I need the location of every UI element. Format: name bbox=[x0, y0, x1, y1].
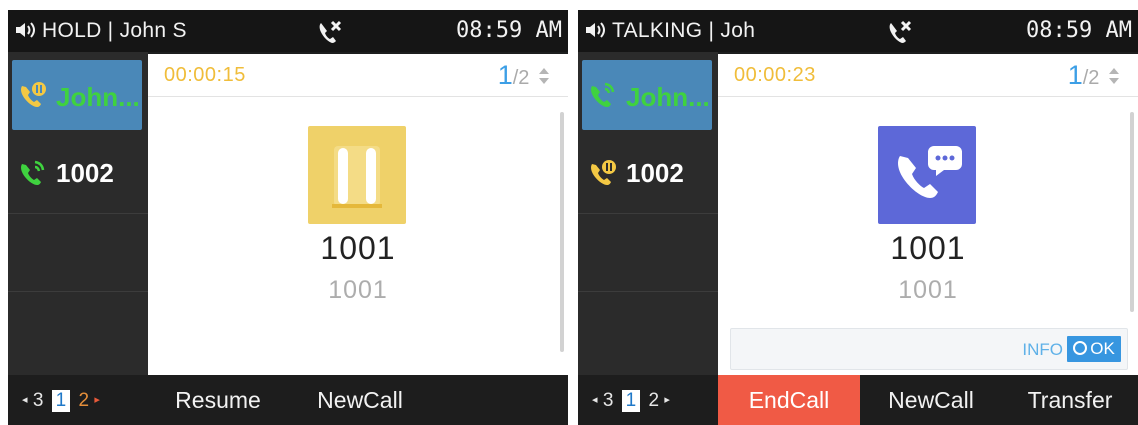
call-timer: 00:00:23 bbox=[734, 64, 816, 86]
call-timer: 00:00:15 bbox=[164, 64, 246, 86]
chevron-right-icon: ▸ bbox=[94, 394, 100, 406]
phone-hold-icon bbox=[21, 82, 46, 107]
phone-hold-icon bbox=[591, 160, 616, 185]
phone-screen-hold: HOLD | John S 08:59 AM John... 1002 00:0… bbox=[8, 10, 568, 425]
call-detail-panel: 00:00:23 1/2 1001 1001 INFO OK bbox=[718, 54, 1138, 376]
line-key-1002[interactable]: 1002 bbox=[8, 136, 148, 214]
contact-number: 1001 bbox=[328, 276, 388, 304]
info-bar: INFO OK bbox=[730, 328, 1128, 370]
call-pager[interactable]: 1/2 bbox=[498, 60, 550, 91]
speaker-icon bbox=[586, 22, 605, 38]
status-bar: HOLD | John S 08:59 AM bbox=[8, 10, 568, 52]
newcall-button[interactable]: NewCall bbox=[860, 375, 1002, 425]
page-current: 1 bbox=[51, 390, 71, 412]
phone-screen-talking: TALKING | Joh 08:59 AM John... 1002 00:0… bbox=[578, 10, 1138, 425]
newcall-button[interactable]: NewCall bbox=[292, 375, 428, 425]
line-key-1002[interactable]: 1002 bbox=[578, 136, 718, 214]
line-key-empty[interactable] bbox=[578, 214, 718, 292]
endcall-button[interactable]: EndCall bbox=[718, 375, 860, 425]
softkey-bar: ◂ 3 1 2 ▸ EndCall NewCall Transfer bbox=[578, 375, 1138, 425]
contact-name: 1001 bbox=[890, 230, 966, 266]
chevron-left-icon: ◂ bbox=[22, 394, 28, 406]
speaker-icon bbox=[16, 22, 35, 38]
chevron-right-icon: ▸ bbox=[664, 394, 670, 406]
call-page-total: /2 bbox=[512, 67, 530, 89]
status-bar: TALKING | Joh 08:59 AM bbox=[578, 10, 1138, 52]
missed-call-icon bbox=[319, 20, 342, 43]
page-next: 2 bbox=[648, 390, 660, 411]
line-page-indicator[interactable]: ◂ 3 1 2 ▸ bbox=[22, 390, 100, 412]
call-page-current: 1 bbox=[1067, 60, 1083, 90]
missed-call-icon bbox=[889, 20, 912, 43]
call-detail-panel: 00:00:15 1/2 1001 1001 bbox=[148, 54, 568, 376]
ok-label: OK bbox=[1090, 339, 1115, 358]
contact-name: 1001 bbox=[320, 230, 396, 266]
line-key-empty[interactable] bbox=[8, 214, 148, 292]
line-page-indicator[interactable]: ◂ 3 1 2 ▸ bbox=[592, 390, 670, 412]
ok-key-icon bbox=[1073, 341, 1088, 355]
page-current: 1 bbox=[621, 390, 641, 412]
call-header: 00:00:15 1/2 bbox=[148, 54, 568, 97]
hold-pause-icon bbox=[308, 126, 406, 224]
page-prev: 3 bbox=[32, 390, 44, 411]
line-key-john[interactable]: John... bbox=[12, 60, 142, 130]
clock: 08:59 AM bbox=[1026, 18, 1132, 43]
line-key-john[interactable]: John... bbox=[582, 60, 712, 130]
line-label: 1002 bbox=[56, 158, 114, 188]
transfer-button[interactable]: Transfer bbox=[1002, 375, 1138, 425]
call-page-current: 1 bbox=[497, 60, 513, 90]
phone-call-icon bbox=[21, 160, 45, 185]
phone-talking-icon bbox=[878, 126, 976, 224]
clock: 08:59 AM bbox=[456, 18, 562, 43]
up-down-arrows-icon bbox=[1109, 68, 1119, 84]
info-label: INFO bbox=[1022, 340, 1063, 359]
line-list: John... 1002 bbox=[578, 52, 718, 375]
line-key-empty[interactable] bbox=[578, 292, 718, 370]
call-status-text: HOLD | John S bbox=[42, 19, 187, 42]
line-label: John... bbox=[626, 82, 708, 112]
line-list: John... 1002 bbox=[8, 52, 148, 375]
call-status-text: TALKING | Joh bbox=[612, 19, 756, 42]
up-down-arrows-icon bbox=[539, 68, 549, 84]
page-prev: 3 bbox=[602, 390, 614, 411]
softkey-bar: ◂ 3 1 2 ▸ Resume NewCall bbox=[8, 375, 568, 425]
ok-button[interactable]: OK bbox=[1067, 336, 1121, 362]
call-pager[interactable]: 1/2 bbox=[1068, 60, 1120, 91]
page-next: 2 bbox=[78, 390, 90, 411]
line-label: John... bbox=[56, 82, 138, 112]
call-header: 00:00:23 1/2 bbox=[718, 54, 1138, 97]
call-page-total: /2 bbox=[1082, 67, 1100, 89]
phone-call-icon bbox=[591, 82, 615, 107]
line-key-empty[interactable] bbox=[8, 292, 148, 370]
chevron-left-icon: ◂ bbox=[592, 394, 598, 406]
contact-number: 1001 bbox=[898, 276, 958, 304]
resume-button[interactable]: Resume bbox=[158, 375, 278, 425]
line-label: 1002 bbox=[626, 158, 684, 188]
